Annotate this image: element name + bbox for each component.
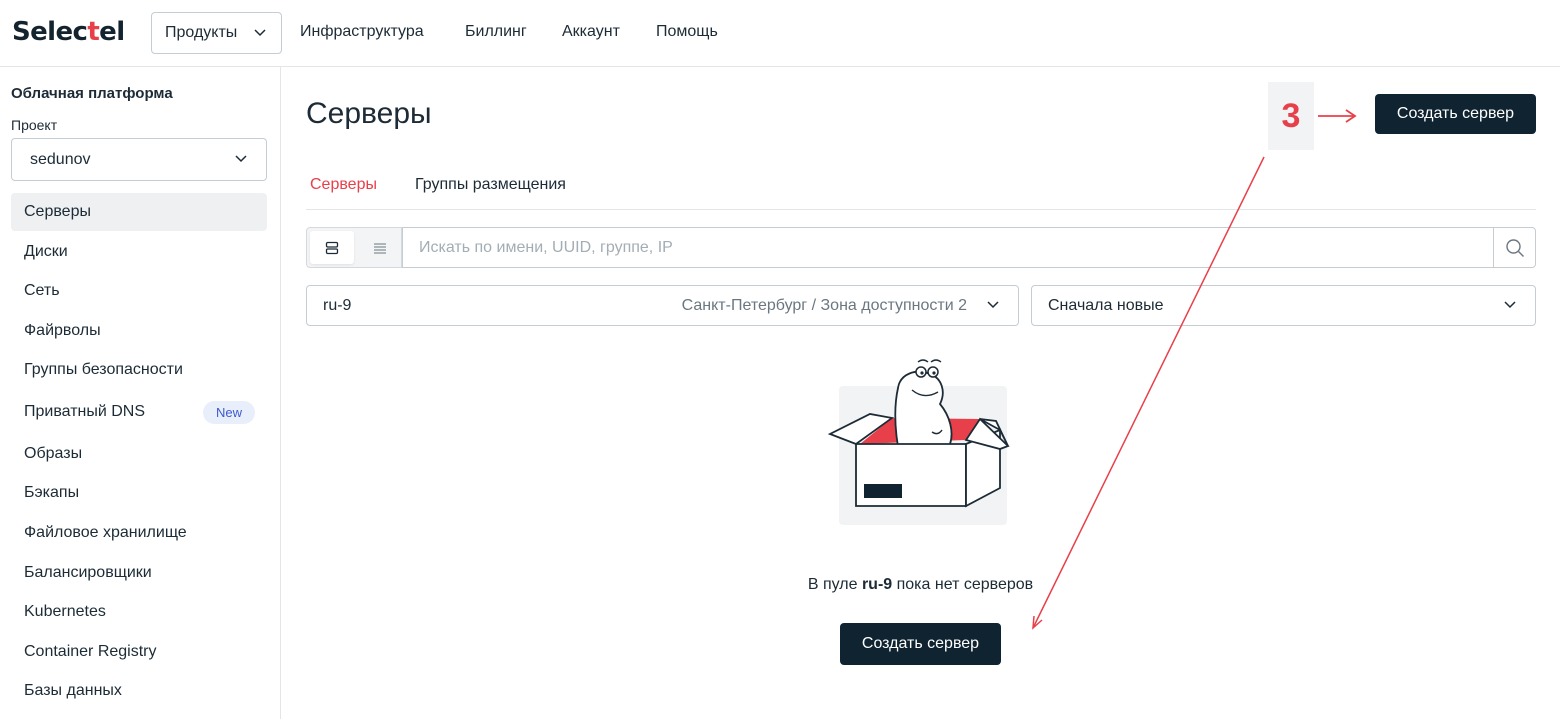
project-label: Проект <box>11 117 58 133</box>
sidebar-item-disks[interactable]: Диски <box>11 233 267 271</box>
chevron-down-icon <box>254 29 266 37</box>
tabs-bar: Серверы Группы размещения <box>306 160 1536 210</box>
nav-link-infrastructure[interactable]: Инфраструктура <box>300 23 424 41</box>
sidebar-item-firewalls[interactable]: Файрволы <box>11 312 267 350</box>
project-select[interactable]: sedunov <box>11 138 267 181</box>
empty-box-illustration <box>827 359 1010 525</box>
sidebar-item-container-registry[interactable]: Container Registry <box>11 633 267 671</box>
sidebar: Облачная платформа Проект sedunov Сервер… <box>0 67 281 719</box>
nav-link-billing[interactable]: Биллинг <box>465 23 527 41</box>
arrow-to-top-button-icon <box>1318 109 1357 123</box>
nav-link-account[interactable]: Аккаунт <box>562 23 620 41</box>
sidebar-item-kubernetes[interactable]: Kubernetes <box>11 593 267 631</box>
empty-state-text: В пуле ru-9 пока нет серверов <box>807 576 1034 593</box>
chevron-down-icon <box>987 301 999 309</box>
sort-value: Сначала новые <box>1048 296 1164 314</box>
top-bar: Selectel Продукты Инфраструктура Биллинг… <box>0 0 1560 67</box>
sidebar-item-backups[interactable]: Бэкапы <box>11 474 267 512</box>
chevron-down-icon <box>235 155 247 163</box>
sidebar-item-load-balancers[interactable]: Балансировщики <box>11 554 267 592</box>
search-button[interactable] <box>1493 227 1536 268</box>
sidebar-item-servers[interactable]: Серверы <box>11 193 267 231</box>
list-view-icon <box>374 242 386 254</box>
pool-location: Санкт-Петербург / Зона доступности 2 <box>681 297 967 314</box>
list-view-button[interactable] <box>358 231 402 264</box>
page-title: Серверы <box>306 97 432 130</box>
card-view-button[interactable] <box>310 231 354 264</box>
create-server-empty-button[interactable]: Создать сервер <box>840 623 1001 665</box>
tab-servers[interactable]: Серверы <box>310 176 377 194</box>
annotation-step-number: 3 <box>1268 82 1314 150</box>
sidebar-item-private-dns[interactable]: Приватный DNS New <box>11 393 267 431</box>
products-label: Продукты <box>165 24 238 41</box>
nav-link-help[interactable]: Помощь <box>656 23 718 41</box>
sort-select[interactable]: Сначала новые <box>1031 285 1536 326</box>
card-view-icon <box>325 241 339 254</box>
new-badge: New <box>202 401 255 424</box>
products-dropdown[interactable]: Продукты <box>151 12 282 54</box>
view-toggle <box>306 227 402 268</box>
tab-placement-groups[interactable]: Группы размещения <box>415 176 566 194</box>
pool-select[interactable]: ru-9 Санкт-Петербург / Зона доступности … <box>306 285 1019 326</box>
create-server-button[interactable]: Создать сервер <box>1375 94 1536 134</box>
selectel-logo[interactable]: Selectel <box>12 17 125 47</box>
sidebar-item-databases[interactable]: Базы данных <box>11 672 267 710</box>
pool-value: ru-9 <box>323 296 352 314</box>
sidebar-item-images[interactable]: Образы <box>11 435 267 473</box>
sidebar-item-network[interactable]: Сеть <box>11 272 267 310</box>
sidebar-item-security-groups[interactable]: Группы безопасности <box>11 351 267 389</box>
sidebar-title: Облачная платформа <box>11 85 173 102</box>
search-icon <box>1505 238 1524 257</box>
sidebar-item-file-storage[interactable]: Файловое хранилище <box>11 514 267 552</box>
chevron-down-icon <box>1504 301 1516 309</box>
search-input[interactable] <box>402 227 1494 268</box>
project-value: sedunov <box>30 150 91 168</box>
